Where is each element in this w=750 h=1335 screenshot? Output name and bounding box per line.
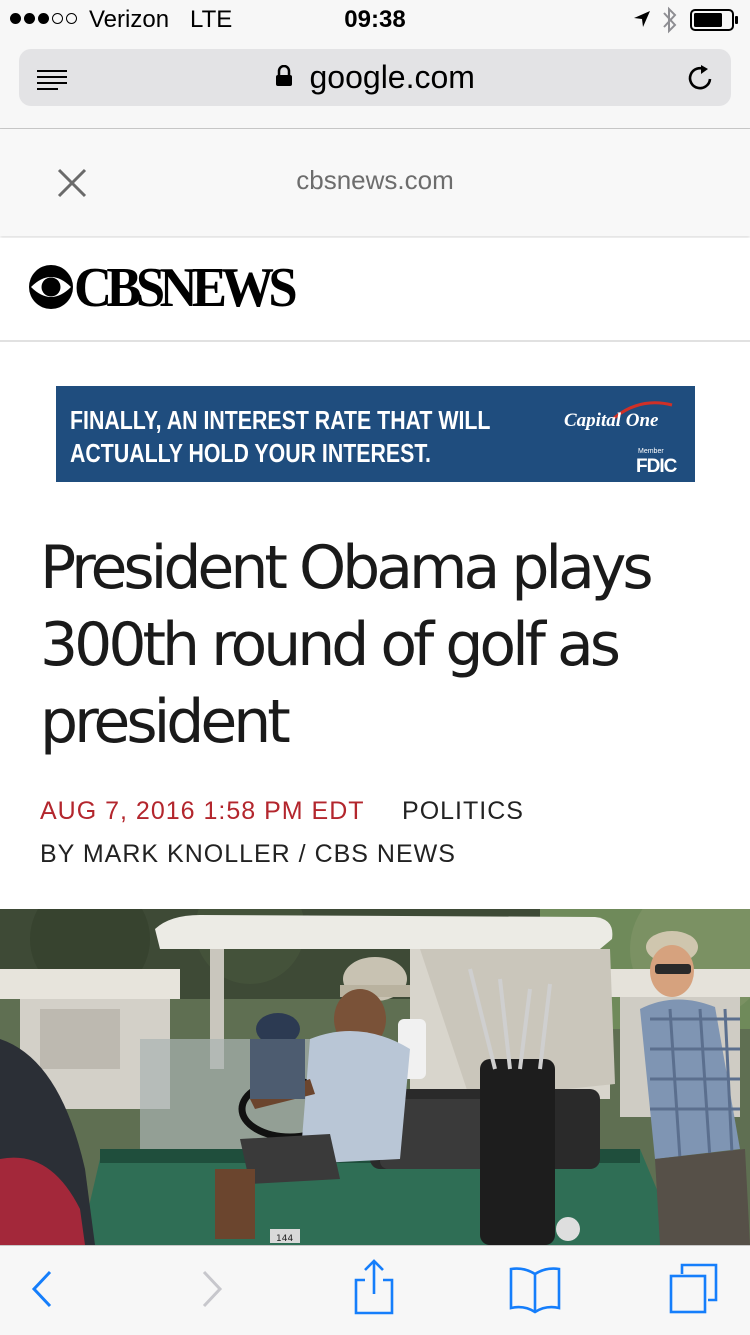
ad-member-text: Member: [638, 448, 664, 455]
source-domain[interactable]: cbsnews.com: [0, 165, 750, 196]
browser-address-area: google.com: [0, 40, 750, 129]
ad-fdic-logo: FDIC: [636, 456, 677, 477]
article-date: AUG 7, 2016 1:58 PM EDT: [40, 797, 365, 825]
amp-viewer-header: cbsnews.com: [0, 129, 750, 236]
article-byline: BY MARK KNOLLER / CBS NEWS: [40, 840, 456, 868]
golf-cart-photo: 144: [0, 909, 750, 1245]
cart-number: 144: [276, 1234, 293, 1244]
article-category[interactable]: POLITICS: [402, 797, 524, 825]
cbs-eye-logo[interactable]: [28, 264, 74, 310]
back-icon[interactable]: [28, 1264, 58, 1314]
forward-icon[interactable]: [196, 1264, 226, 1314]
bookmarks-icon[interactable]: [508, 1264, 562, 1314]
tabs-icon[interactable]: [668, 1262, 720, 1316]
lock-icon: [276, 64, 293, 86]
address-bar[interactable]: google.com: [19, 49, 731, 106]
ad-headline: FINALLY, AN INTEREST RATE THAT WILL ACTU…: [70, 404, 491, 470]
share-icon[interactable]: [352, 1258, 396, 1316]
ad-banner[interactable]: FINALLY, AN INTEREST RATE THAT WILL ACTU…: [56, 386, 695, 482]
site-header: CBSNEWS: [0, 238, 750, 342]
ad-line-2: ACTUALLY HOLD YOUR INTEREST.: [70, 438, 431, 468]
location-arrow-icon: [634, 11, 650, 27]
article-photo[interactable]: 144: [0, 909, 750, 1245]
url-text[interactable]: google.com: [310, 59, 475, 96]
battery-icon: [690, 9, 738, 31]
ad-line-1: FINALLY, AN INTEREST RATE THAT WILL: [70, 405, 491, 435]
article-meta: AUG 7, 2016 1:58 PM EDT POLITICS: [40, 797, 524, 826]
cbs-news-wordmark[interactable]: CBSNEWS: [74, 256, 298, 320]
browser-toolbar: [0, 1245, 750, 1335]
status-bar: Verizon LTE 09:38: [0, 0, 750, 40]
bluetooth-icon: [663, 6, 677, 34]
reload-icon[interactable]: [686, 63, 716, 93]
article-headline: President Obama plays 300th round of gol…: [40, 533, 654, 757]
ad-advertiser: Capital One: [564, 410, 659, 431]
